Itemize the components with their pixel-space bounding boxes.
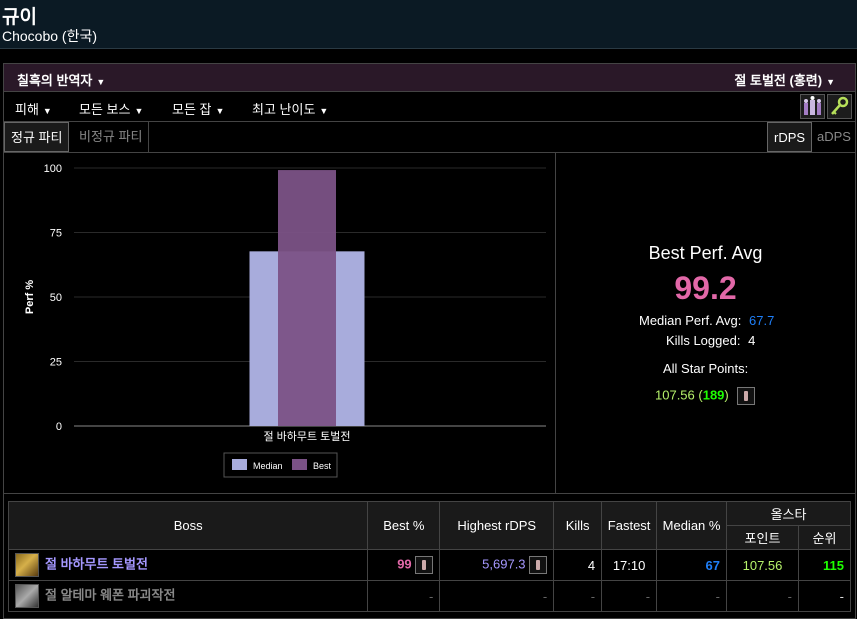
best-value: - xyxy=(367,580,441,612)
table-row[interactable]: 절 알테마 웨폰 파괴작전 - - - - - - - xyxy=(7,580,852,612)
ribbon-icon[interactable] xyxy=(529,556,548,574)
y-tick-label: 100 xyxy=(44,163,62,175)
boss-cell[interactable]: 절 바하무트 토벌전 xyxy=(7,549,369,581)
rankings-panel: 칠흑의 반역자 ▼ 절 토벌전 (홍련) ▼ 피해 ▼ 모든 보스 ▼ 모든 잡 ▼ 최고… xyxy=(3,63,856,619)
col-allstar-points[interactable]: 포인트 xyxy=(726,525,799,550)
boss-name[interactable]: 절 알테마 웨폰 파괴작전 xyxy=(45,587,175,602)
party-roster-icon[interactable] xyxy=(800,94,825,119)
col-kills[interactable]: Kills xyxy=(553,501,603,550)
allstar-label: All Star Points: xyxy=(663,361,749,376)
boss-filter-dropdown[interactable]: 모든 보스 ▼ xyxy=(79,99,143,118)
allstar-points-value: - xyxy=(726,580,799,612)
job-filter-dropdown[interactable]: 모든 잡 ▼ xyxy=(172,99,224,118)
job-filter-label: 모든 잡 xyxy=(172,102,212,117)
boss-cell[interactable]: 절 알테마 웨폰 파괴작전 xyxy=(7,580,369,612)
zone-dropdown[interactable]: 칠흑의 반역자 ▼ xyxy=(17,70,105,89)
kills-logged-label: Kills Logged: xyxy=(666,333,741,348)
chevron-down-icon: ▼ xyxy=(42,106,52,116)
y-tick-label: 50 xyxy=(50,292,62,304)
chevron-down-icon: ▼ xyxy=(319,106,329,116)
fastest-value: 17:10 xyxy=(601,549,658,581)
ribbon-icon[interactable] xyxy=(737,387,756,405)
legend-swatch xyxy=(292,459,307,470)
tab-adps[interactable]: aDPS xyxy=(811,122,857,152)
kills-logged-value: 4 xyxy=(748,333,756,348)
filter-bar: 피해 ▼ 모든 보스 ▼ 모든 잡 ▼ 최고 난이도 ▼ xyxy=(4,92,855,122)
chevron-down-icon: ▼ xyxy=(826,77,835,87)
key-icon[interactable] xyxy=(827,94,852,119)
allstar-row: 107.56 (189) xyxy=(655,387,756,405)
highest-value: - xyxy=(439,580,555,612)
boss-filter-label: 모든 보스 xyxy=(79,102,131,117)
legend-swatch xyxy=(232,459,247,470)
allstar-rank: 189 xyxy=(702,387,725,403)
allstar-rank-value: 115 xyxy=(797,549,852,581)
bahamut-boss-icon xyxy=(15,553,39,577)
tab-regular-party[interactable]: 정규 파티 xyxy=(4,122,70,152)
col-boss[interactable]: Boss xyxy=(7,501,369,550)
highest-value: 5,697.3 xyxy=(482,556,526,572)
chevron-down-icon: ▼ xyxy=(215,106,225,116)
zone-bar: 칠흑의 반역자 ▼ 절 토벌전 (홍련) ▼ xyxy=(4,64,855,92)
allstar-points: 107.56 xyxy=(655,387,695,403)
ribbon-icon[interactable] xyxy=(415,556,434,574)
median-value: 67 xyxy=(656,549,728,581)
fastest-value: - xyxy=(601,580,658,612)
tab-rdps[interactable]: rDPS xyxy=(767,122,813,152)
metric-filter-label: 피해 xyxy=(15,102,39,117)
median-value: - xyxy=(656,580,728,612)
highest-cell: 5,697.3 xyxy=(439,549,555,581)
median-perf-label: Median Perf. Avg: xyxy=(639,313,742,328)
best-value: 99 xyxy=(397,556,412,572)
best-perf-avg-value: 99.2 xyxy=(674,270,737,306)
encounter-dropdown-label: 절 토벌전 (홍련) xyxy=(734,73,823,88)
difficulty-filter-dropdown[interactable]: 최고 난이도 ▼ xyxy=(252,99,328,118)
encounter-dropdown[interactable]: 절 토벌전 (홍련) ▼ xyxy=(734,70,835,89)
zone-dropdown-label: 칠흑의 반역자 xyxy=(17,73,93,88)
x-tick-label: 절 바하무트 토벌전 xyxy=(263,429,350,443)
character-name: 규이 xyxy=(2,7,37,28)
perf-chart: 0 25 50 75 100 Perf % 절 바하무트 토벌전 Median Best xyxy=(4,153,556,494)
col-allstar-rank[interactable]: 순위 xyxy=(797,525,852,550)
kills-logged-row: Kills Logged: 4 xyxy=(666,333,755,348)
y-tick-label: 75 xyxy=(50,228,62,240)
allstar-rank-value: - xyxy=(797,580,852,612)
boss-name[interactable]: 절 바하무트 토벌전 xyxy=(45,556,148,571)
boss-table: Boss Best % Highest rDPS Kills Fastest M… xyxy=(7,501,852,612)
kills-value: - xyxy=(553,580,603,612)
allstar-points-value: 107.56 xyxy=(726,549,799,581)
table-row[interactable]: 절 바하무트 토벌전 99 5,697.3 4 17:10 67 107.56 … xyxy=(7,549,852,581)
best-bar xyxy=(278,170,336,426)
perf-chart-svg: 0 25 50 75 100 Perf % 절 바하무트 토벌전 Median Best xyxy=(24,163,546,478)
col-highest[interactable]: Highest rDPS xyxy=(439,501,555,550)
allstar-paren-close: ) xyxy=(724,387,729,403)
y-tick-label: 25 xyxy=(50,357,62,369)
kills-value: 4 xyxy=(553,549,603,581)
best-cell: 99 xyxy=(367,549,441,581)
tab-irregular-party[interactable]: 비정규 파티 xyxy=(73,122,150,152)
col-allstar: 올스타 xyxy=(726,501,851,526)
metric-filter-dropdown[interactable]: 피해 ▼ xyxy=(15,99,52,118)
character-header: 규이 Chocobo (한국) xyxy=(0,0,857,49)
best-perf-avg-title: Best Perf. Avg xyxy=(648,243,763,263)
col-median[interactable]: Median % xyxy=(656,501,728,550)
col-fastest[interactable]: Fastest xyxy=(601,501,658,550)
chevron-down-icon: ▼ xyxy=(134,106,144,116)
allstar-paren-open: ( xyxy=(694,387,703,403)
y-tick-label: 0 xyxy=(56,421,62,433)
median-perf-row: Median Perf. Avg: 67.7 xyxy=(639,313,774,328)
chevron-down-icon: ▼ xyxy=(96,77,106,87)
y-axis-label: Perf % xyxy=(24,280,36,314)
median-perf-value: 67.7 xyxy=(749,313,775,328)
col-best[interactable]: Best % xyxy=(367,501,441,550)
ultima-boss-icon xyxy=(15,584,39,608)
legend-label: Best xyxy=(313,461,332,471)
summary-panel: Best Perf. Avg 99.2 Median Perf. Avg: 67… xyxy=(556,153,855,494)
character-server: Chocobo (한국) xyxy=(2,28,98,44)
tab-bar: 정규 파티 비정규 파티 rDPS aDPS xyxy=(4,122,855,153)
legend-label: Median xyxy=(253,461,283,471)
difficulty-filter-label: 최고 난이도 xyxy=(252,102,316,117)
